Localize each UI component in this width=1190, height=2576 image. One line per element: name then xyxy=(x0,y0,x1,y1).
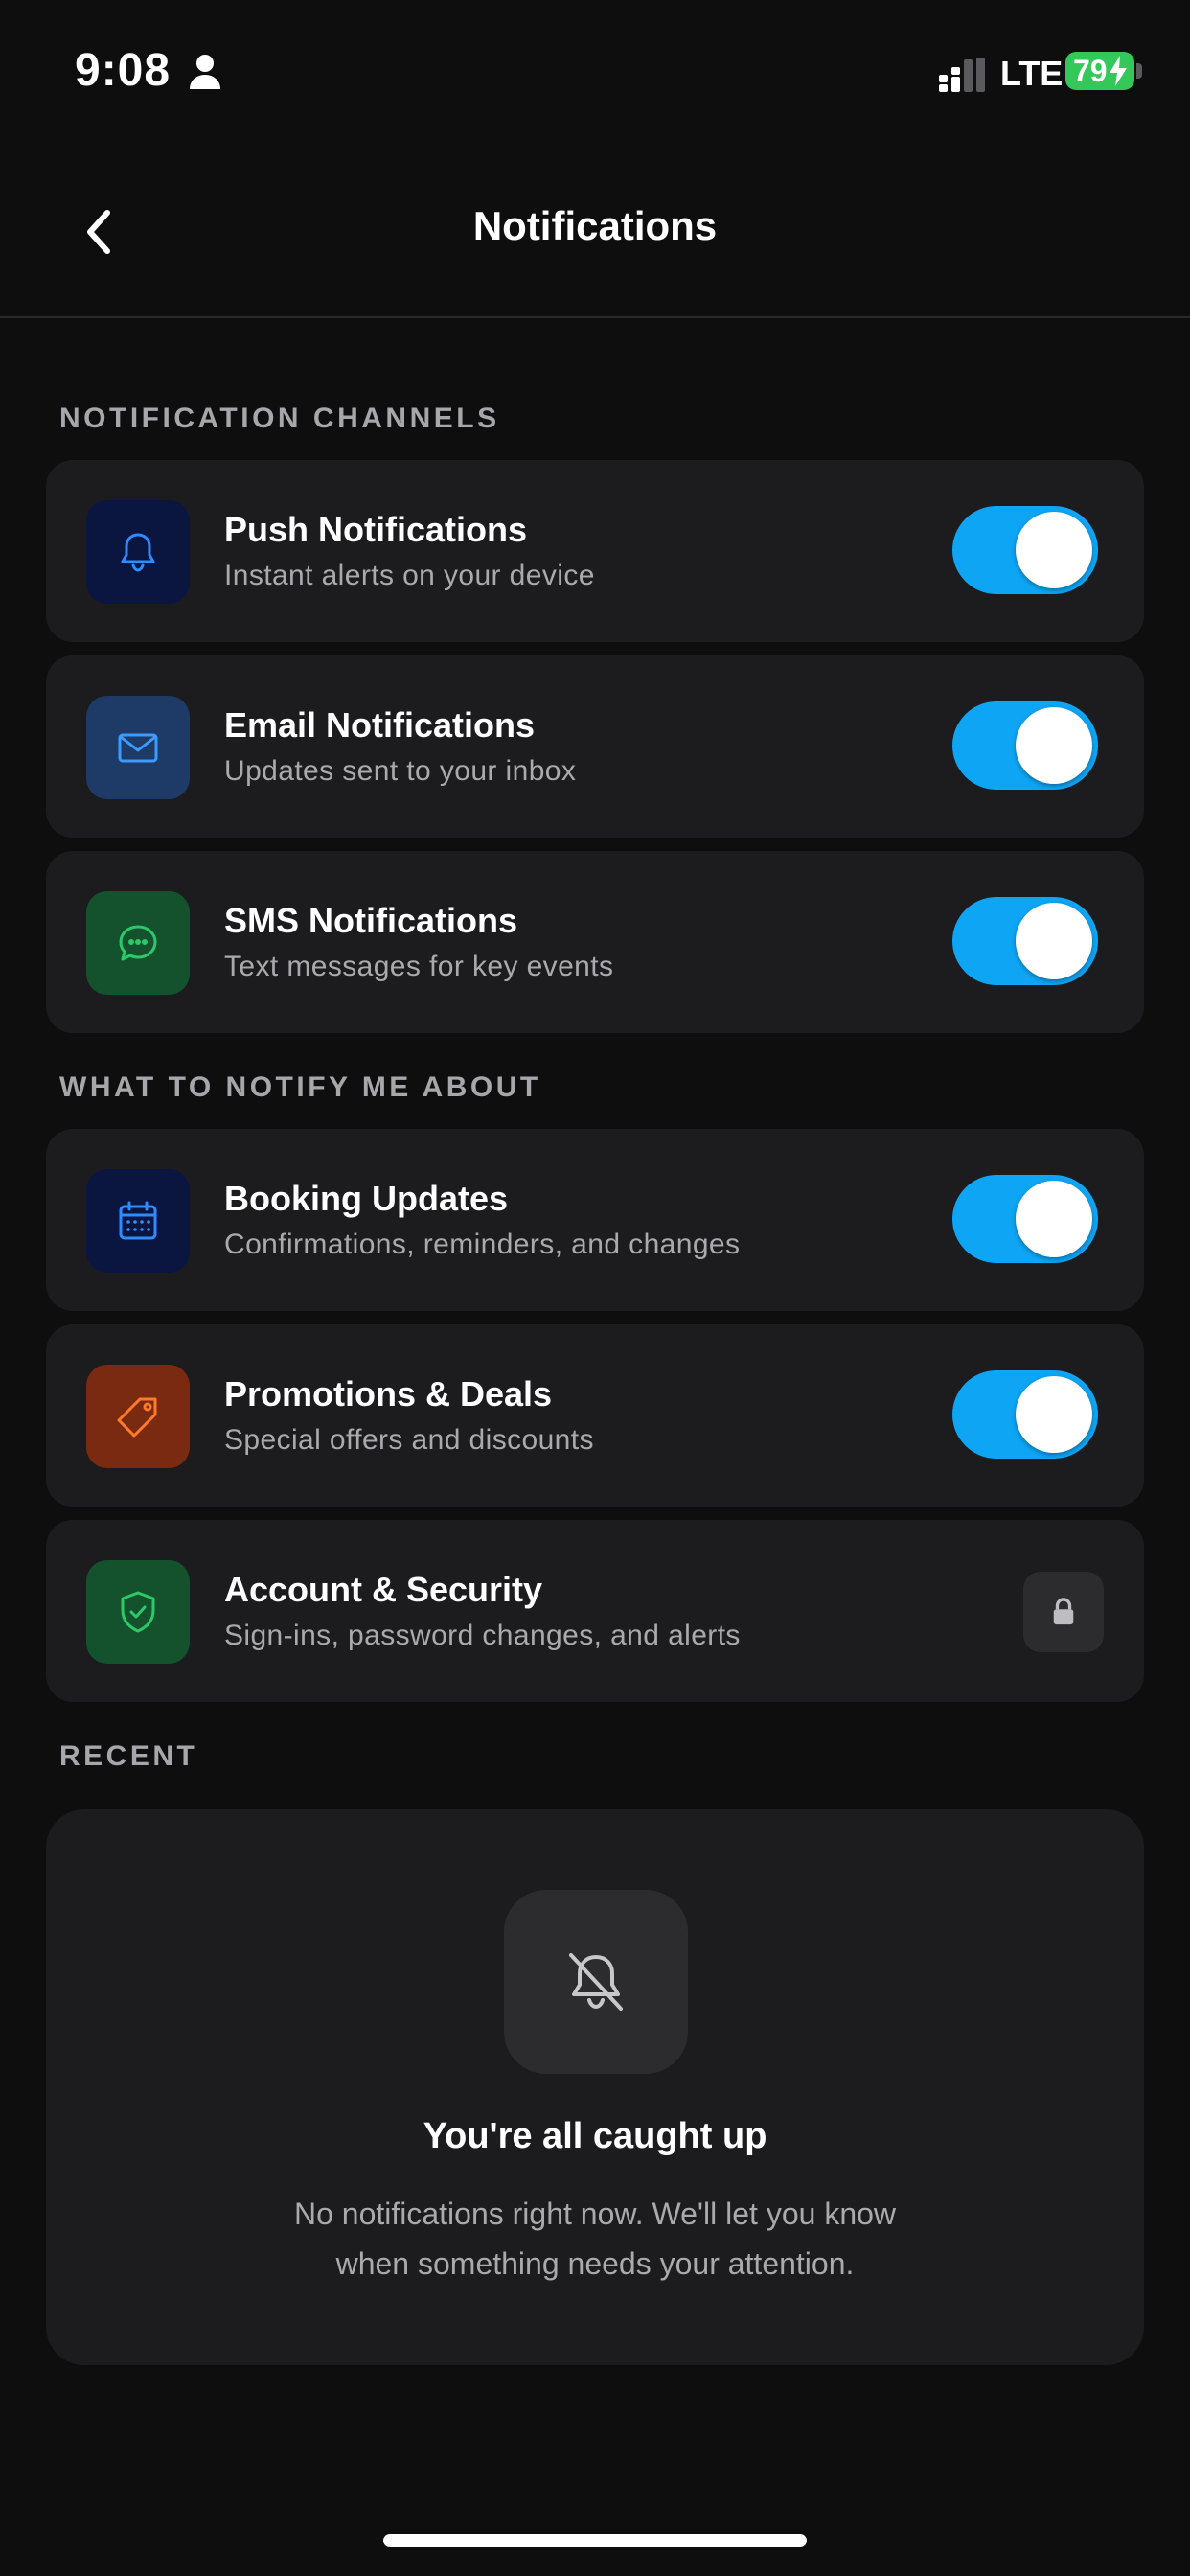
toggle-knob xyxy=(1016,512,1092,588)
section-header-recent: RECENT xyxy=(59,1740,198,1772)
page-title: Notifications xyxy=(472,203,718,248)
toggle-knob xyxy=(1016,1181,1092,1257)
signal-icon xyxy=(939,58,985,92)
tag-icon xyxy=(86,1365,190,1468)
row-subtitle: Confirmations, reminders, and changes xyxy=(224,1229,741,1260)
toggle-knob xyxy=(1016,903,1092,979)
bell-off-icon xyxy=(504,1890,688,2074)
mail-icon xyxy=(86,696,190,799)
empty-state-message: No notifications right now. We'll let yo… xyxy=(293,2196,897,2281)
row-title: Email Notifications xyxy=(224,705,536,745)
row-subtitle: Special offers and discounts xyxy=(224,1424,594,1456)
channel-push-row[interactable]: Push Notifications Instant alerts on you… xyxy=(46,460,1144,642)
chat-bubble-icon xyxy=(86,891,190,995)
status-time: 9:08 xyxy=(75,45,172,96)
channel-sms-row[interactable]: SMS Notifications Text messages for key … xyxy=(46,851,1144,1033)
row-subtitle: Sign-ins, password changes, and alerts xyxy=(224,1620,741,1651)
battery-level: 79 xyxy=(1073,54,1108,88)
navigation-bar: Notifications xyxy=(0,144,1190,318)
channel-email-row[interactable]: Email Notifications Updates sent to your… xyxy=(46,656,1144,838)
lock-icon xyxy=(1023,1572,1104,1652)
push-toggle[interactable] xyxy=(952,506,1098,594)
calendar-icon xyxy=(86,1169,190,1273)
bell-icon xyxy=(86,500,190,604)
row-subtitle: Updates sent to your inbox xyxy=(224,755,577,787)
network-type: LTE xyxy=(1000,54,1064,93)
shield-check-icon xyxy=(86,1560,190,1664)
topic-promotions-row[interactable]: Promotions & Deals Special offers and di… xyxy=(46,1324,1144,1506)
row-subtitle: Instant alerts on your device xyxy=(224,560,595,591)
topic-booking-row[interactable]: Booking Updates Confirmations, reminders… xyxy=(46,1129,1144,1311)
email-toggle[interactable] xyxy=(952,702,1098,790)
row-title: Push Notifications xyxy=(224,510,528,549)
toggle-knob xyxy=(1016,707,1092,784)
toggle-knob xyxy=(1016,1376,1092,1453)
empty-state-title: You're all caught up xyxy=(423,2116,767,2156)
section-header-topics: WHAT TO NOTIFY ME ABOUT xyxy=(59,1071,541,1103)
battery-cap xyxy=(1136,63,1142,79)
booking-toggle[interactable] xyxy=(952,1175,1098,1263)
promotions-toggle[interactable] xyxy=(952,1370,1098,1459)
row-title: Account & Security xyxy=(224,1570,543,1609)
sms-toggle[interactable] xyxy=(952,897,1098,985)
row-title: Booking Updates xyxy=(224,1179,509,1218)
section-header-channels: NOTIFICATION CHANNELS xyxy=(59,402,500,434)
person-icon xyxy=(190,55,220,89)
row-subtitle: Text messages for key events xyxy=(224,951,614,982)
empty-state-card: You're all caught up No notifications ri… xyxy=(46,1809,1144,2365)
row-title: SMS Notifications xyxy=(224,901,518,940)
charging-bolt-icon xyxy=(1110,56,1127,86)
status-bar: 9:08 LTE 79 xyxy=(0,0,1190,144)
row-title: Promotions & Deals xyxy=(224,1374,553,1414)
battery-indicator: 79 xyxy=(1065,52,1134,90)
home-indicator[interactable] xyxy=(383,2534,807,2547)
topic-security-row: Account & Security Sign-ins, password ch… xyxy=(46,1520,1144,1702)
